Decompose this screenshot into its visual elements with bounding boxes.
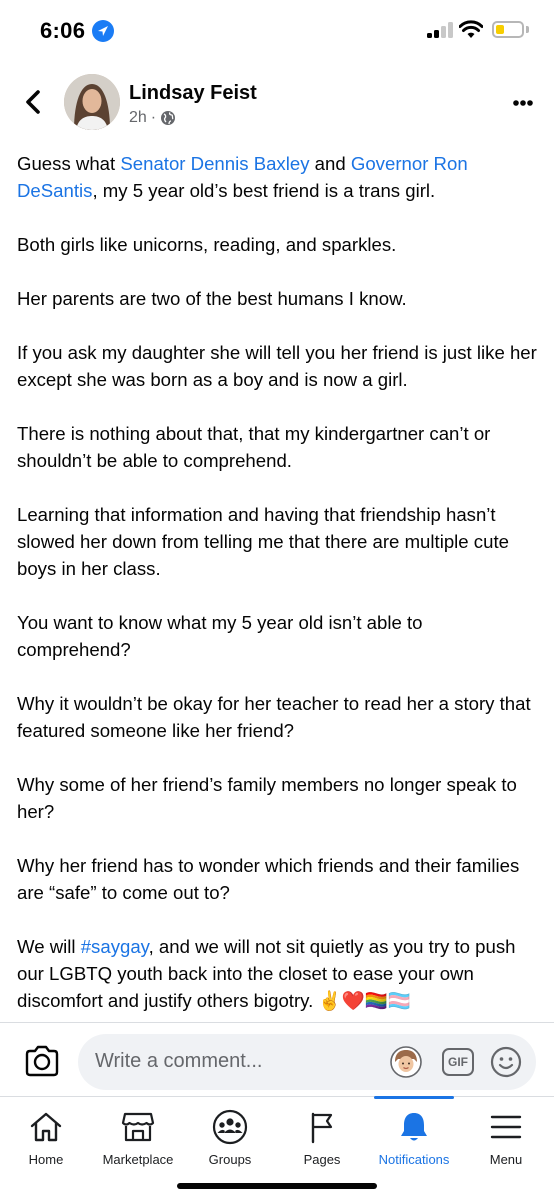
comment-bar: Write a comment... GIF bbox=[0, 1022, 554, 1098]
marketplace-icon bbox=[121, 1112, 155, 1142]
battery-icon bbox=[492, 21, 524, 38]
home-indicator bbox=[177, 1183, 377, 1189]
camera-icon bbox=[25, 1045, 59, 1077]
post-paragraph: Why it wouldn’t be okay for her teacher … bbox=[17, 693, 531, 741]
text-span: We will bbox=[17, 936, 81, 957]
post-paragraph: Learning that information and having tha… bbox=[17, 504, 509, 579]
tab-label: Groups bbox=[208, 1152, 252, 1167]
tab-menu[interactable]: Menu bbox=[460, 1097, 552, 1177]
post-paragraph: If you ask my daughter she will tell you… bbox=[17, 342, 537, 390]
tab-pages[interactable]: Pages bbox=[276, 1097, 368, 1177]
tab-label: Home bbox=[28, 1152, 64, 1167]
post-paragraph: We will #saygay, and we will not sit qui… bbox=[17, 933, 541, 1014]
avatar-sticker-button[interactable] bbox=[390, 1046, 422, 1078]
tab-label: Marketplace bbox=[102, 1152, 174, 1167]
flag-icon bbox=[311, 1112, 333, 1144]
comment-input[interactable]: Write a comment... GIF bbox=[78, 1034, 536, 1090]
home-icon bbox=[30, 1112, 62, 1142]
tab-marketplace[interactable]: Marketplace bbox=[92, 1097, 184, 1177]
tab-label: Notifications bbox=[378, 1152, 450, 1167]
tab-groups[interactable]: Groups bbox=[184, 1097, 276, 1177]
globe-icon bbox=[161, 111, 176, 125]
post-paragraph: Guess what Senator Dennis Baxley and Gov… bbox=[17, 150, 541, 204]
gif-button[interactable]: GIF bbox=[442, 1048, 474, 1076]
tab-label: Menu bbox=[489, 1152, 523, 1167]
groups-icon bbox=[212, 1109, 248, 1145]
text-span: Guess what bbox=[17, 153, 121, 174]
text-span: , my 5 year old’s best friend is a trans… bbox=[92, 180, 436, 201]
chevron-left-icon bbox=[26, 90, 40, 114]
comment-placeholder: Write a comment... bbox=[95, 1050, 263, 1072]
cellular-signal-icon bbox=[427, 22, 453, 38]
tab-notifications[interactable]: Notifications bbox=[368, 1097, 460, 1177]
post-paragraph: Her parents are two of the best humans I… bbox=[17, 288, 407, 309]
status-time: 6:06 bbox=[40, 18, 86, 43]
post-paragraph: Why her friend has to wonder which frien… bbox=[17, 855, 520, 903]
battery-level bbox=[496, 25, 505, 34]
post-paragraph: Both girls like unicorns, reading, and s… bbox=[17, 234, 397, 255]
post-paragraph: Why some of her friend’s family members … bbox=[17, 774, 517, 822]
more-horizontal-icon bbox=[513, 100, 533, 106]
emoji-button[interactable] bbox=[490, 1046, 522, 1078]
hashtag-saygay[interactable]: #saygay bbox=[81, 936, 149, 957]
menu-icon bbox=[490, 1115, 522, 1139]
author-name[interactable]: Lindsay Feist bbox=[129, 82, 257, 105]
author-avatar[interactable] bbox=[64, 74, 120, 130]
post-paragraph: You want to know what my 5 year old isn’… bbox=[17, 612, 423, 660]
status-bar: 6:06 bbox=[0, 0, 554, 62]
text-span: and bbox=[309, 153, 351, 174]
wifi-icon bbox=[458, 20, 484, 40]
post-paragraph: There is nothing about that, that my kin… bbox=[17, 423, 491, 471]
post-header: Lindsay Feist 2h · bbox=[0, 70, 554, 134]
camera-button[interactable] bbox=[24, 1045, 60, 1077]
tab-label: Pages bbox=[303, 1152, 341, 1167]
meta-separator: · bbox=[150, 109, 157, 126]
location-arrow-icon bbox=[92, 20, 114, 42]
more-options-button[interactable] bbox=[506, 96, 540, 108]
tab-home[interactable]: Home bbox=[0, 1097, 92, 1177]
back-button[interactable] bbox=[18, 84, 48, 120]
emoji-sequence: ✌️❤️🏳️‍🌈🏳️‍⚧️ bbox=[318, 990, 412, 1011]
post-timestamp[interactable]: 2h bbox=[129, 109, 147, 127]
bell-icon bbox=[401, 1113, 427, 1141]
battery-cap bbox=[526, 26, 529, 33]
tag-senator-dennis-baxley[interactable]: Senator Dennis Baxley bbox=[120, 153, 309, 174]
avatar-sticker-icon bbox=[390, 1046, 422, 1078]
post-text: Guess what Senator Dennis Baxley and Gov… bbox=[17, 150, 541, 1041]
smiley-icon bbox=[490, 1046, 522, 1078]
post-meta: 2h · bbox=[129, 109, 176, 127]
